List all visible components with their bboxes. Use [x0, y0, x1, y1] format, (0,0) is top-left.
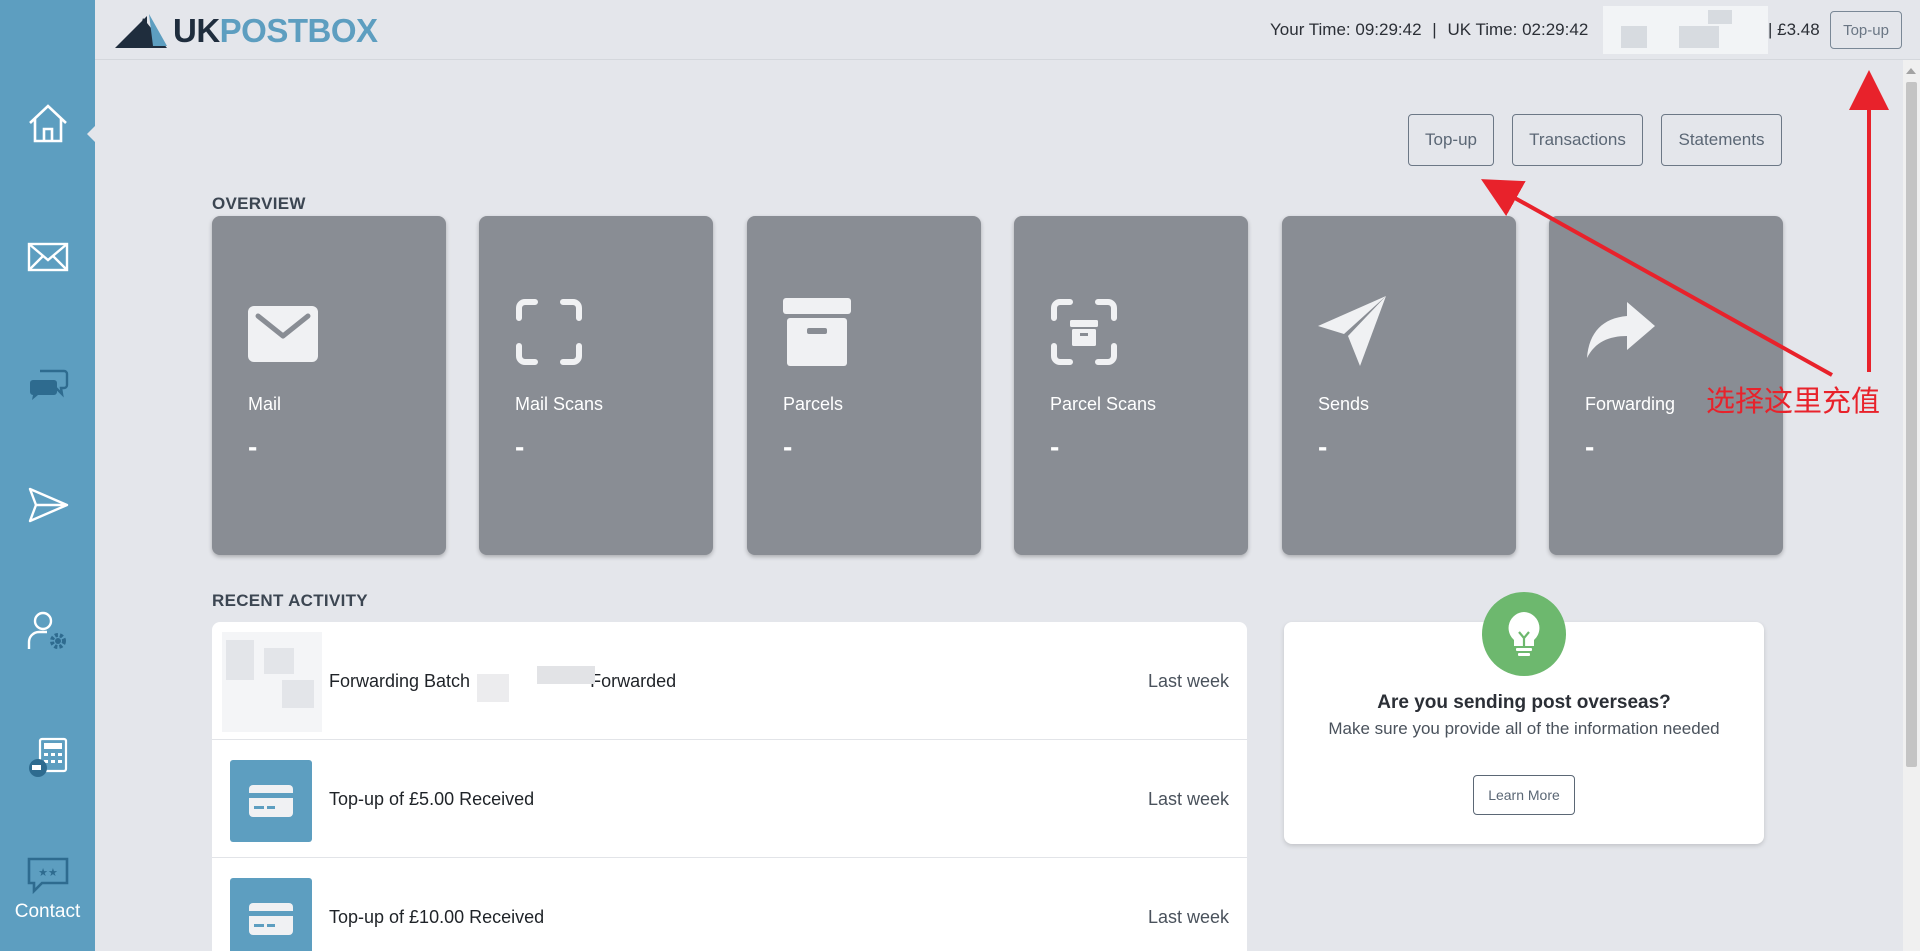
- parcel-icon: [783, 298, 851, 366]
- card-value: -: [783, 431, 793, 462]
- overview-card-sends[interactable]: Sends -: [1282, 216, 1516, 555]
- mail-icon: [27, 242, 68, 272]
- redaction-mark: [477, 674, 509, 702]
- sidebar: ★★ Contact: [0, 0, 97, 951]
- activity-text: Top-up of £5.00 Received: [329, 789, 535, 809]
- tip-title: Are you sending post overseas?: [1377, 692, 1671, 713]
- activity-thumbnail-redacted: [222, 632, 322, 732]
- activity-text-part2: Forwarded: [590, 671, 677, 691]
- card-label: Mail Scans: [515, 394, 604, 414]
- your-time-value: 09:29:42: [1355, 20, 1422, 39]
- activity-text: Top-up of £10.00 Received: [329, 907, 545, 927]
- card-value: -: [515, 431, 525, 462]
- activity-icon: [230, 878, 312, 951]
- account-balance: | £3.48: [1768, 20, 1820, 39]
- sidebar-item-home[interactable]: [0, 78, 95, 168]
- contact-label: Contact: [14, 901, 81, 922]
- logo[interactable]: UK POSTBOX: [113, 12, 378, 50]
- activity-time: Last week: [1147, 789, 1229, 809]
- your-time-label: Your Time:: [1270, 20, 1351, 39]
- overview-title: OVERVIEW: [212, 194, 306, 213]
- time-separator: |: [1432, 20, 1437, 39]
- home-icon: [28, 104, 67, 143]
- active-pointer: [87, 124, 97, 144]
- activity-time: Last week: [1147, 907, 1229, 927]
- credit-card-icon: [249, 903, 293, 935]
- svg-text:★★: ★★: [38, 866, 58, 879]
- activity-row[interactable]: Forwarding Batch Forwarded Last week: [212, 622, 1247, 740]
- logo-text-uk: UK: [173, 12, 220, 49]
- transactions-button[interactable]: Transactions: [1512, 114, 1643, 166]
- shipping-calculator-icon: [28, 737, 67, 777]
- scroll-up-arrow-icon[interactable]: [1906, 68, 1916, 74]
- sidebar-item-send[interactable]: [0, 460, 95, 550]
- mail-icon: [248, 306, 318, 362]
- learn-more-button[interactable]: Learn More: [1473, 775, 1575, 815]
- logo-text-postbox: POSTBOX: [219, 12, 378, 49]
- card-label: Parcel Scans: [1050, 394, 1157, 414]
- annotation-text: 选择这里充值: [1706, 384, 1881, 418]
- statements-button[interactable]: Statements: [1661, 114, 1782, 166]
- card-value: -: [1318, 431, 1328, 462]
- send-icon: [28, 487, 68, 523]
- account-name-redacted: [1603, 6, 1768, 54]
- logo-mark-icon: [115, 14, 167, 48]
- credit-card-icon: [249, 785, 293, 817]
- chat-icon: [29, 369, 68, 400]
- redaction-mark: [537, 666, 595, 684]
- card-value: -: [248, 431, 258, 462]
- forward-arrow-icon: [1587, 302, 1655, 358]
- sidebar-item-mail[interactable]: [0, 212, 95, 302]
- parcel-scan-icon: [1051, 299, 1117, 365]
- sidebar-item-account[interactable]: [0, 585, 95, 675]
- card-label: Parcels: [783, 394, 844, 414]
- card-label: Forwarding: [1585, 394, 1676, 414]
- time-display: Your Time: 09:29:42 | UK Time: 02:29:42: [1270, 20, 1588, 40]
- lightbulb-badge: [1482, 592, 1566, 676]
- header-topup-button[interactable]: Top-up: [1830, 11, 1902, 49]
- paper-plane-icon: [1318, 296, 1386, 366]
- uk-time-label: UK Time:: [1447, 20, 1518, 39]
- activity-row[interactable]: Top-up of £10.00 Received Last week: [212, 858, 1247, 951]
- activity-text-part1: Forwarding Batch: [329, 671, 471, 691]
- uk-time-value: 02:29:42: [1522, 20, 1589, 39]
- topbar: UK POSTBOX Your Time: 09:29:42 | UK Time:…: [95, 0, 1920, 60]
- sidebar-item-chat[interactable]: [0, 338, 95, 428]
- scan-icon: [516, 299, 582, 365]
- sidebar-item-shipping-calculator[interactable]: [0, 712, 95, 802]
- lightbulb-icon: [1508, 612, 1540, 656]
- activity-icon: [230, 760, 312, 842]
- recent-activity-title: RECENT ACTIVITY: [212, 591, 368, 610]
- sidebar-item-contact[interactable]: ★★ Contact: [0, 855, 95, 923]
- recent-activity-list: Forwarding Batch Forwarded Last week Top-…: [212, 622, 1247, 951]
- scrollbar-thumb[interactable]: [1906, 82, 1917, 767]
- overview-card-parcels[interactable]: Parcels -: [747, 216, 981, 555]
- tip-body: Make sure you provide all of the informa…: [1328, 719, 1720, 738]
- user-settings-icon: [27, 611, 66, 649]
- topup-button[interactable]: Top-up: [1408, 114, 1494, 166]
- activity-time: Last week: [1147, 671, 1229, 691]
- activity-row[interactable]: Top-up of £5.00 Received Last week: [212, 740, 1247, 858]
- overview-card-mail[interactable]: Mail -: [212, 216, 446, 555]
- card-label: Sends: [1318, 394, 1370, 414]
- card-value: -: [1585, 431, 1595, 462]
- overview-card-parcel-scans[interactable]: Parcel Scans -: [1014, 216, 1248, 555]
- card-label: Mail: [248, 394, 282, 414]
- overview-card-mail-scans[interactable]: Mail Scans -: [479, 216, 713, 555]
- card-value: -: [1050, 431, 1060, 462]
- review-chat-icon: ★★: [27, 857, 68, 895]
